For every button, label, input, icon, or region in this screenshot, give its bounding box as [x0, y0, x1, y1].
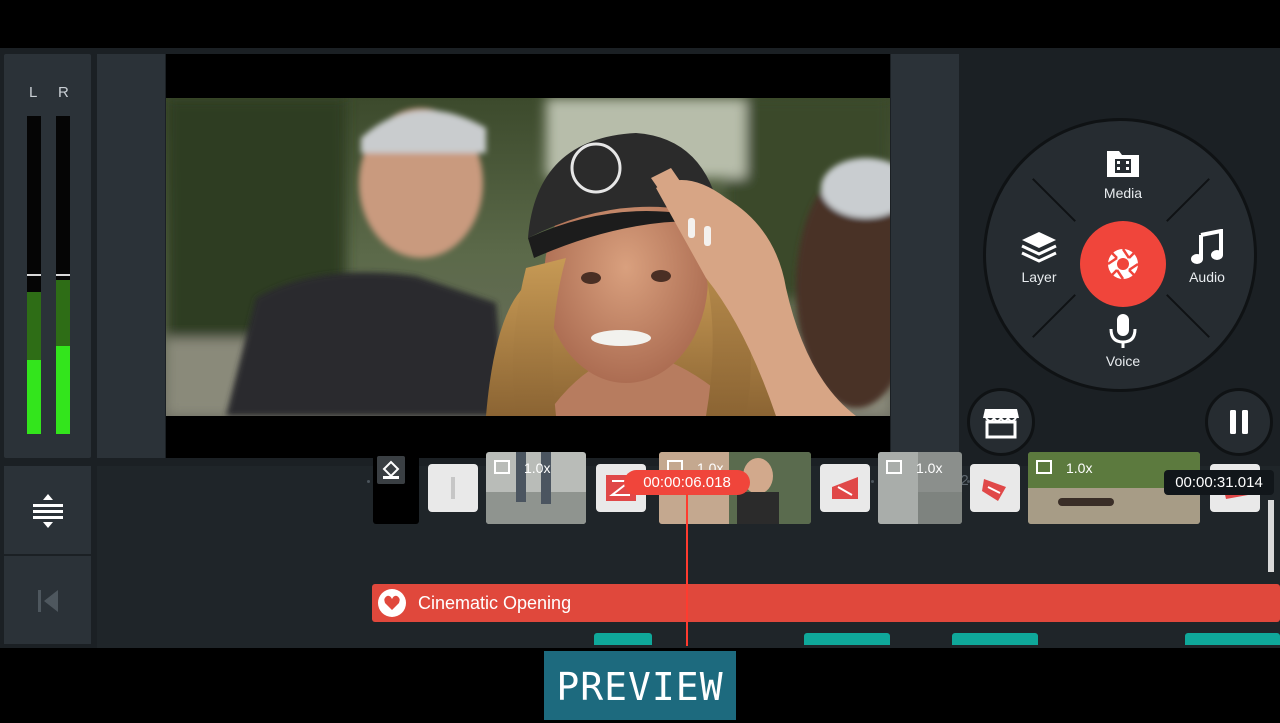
layer-button[interactable]: Layer — [999, 229, 1079, 285]
media-label: Media — [1103, 185, 1143, 201]
media-button[interactable]: Media — [1083, 145, 1163, 201]
layers-icon — [1021, 232, 1057, 263]
paint-bucket-icon — [382, 460, 400, 479]
audio-level-meter: L R — [4, 54, 91, 458]
split-icon — [33, 494, 63, 528]
audio-button[interactable]: Audio — [1167, 229, 1247, 285]
clip-speed-label: 1.0x — [524, 460, 551, 476]
clip-speed-label: 1.0x — [916, 460, 943, 476]
background-clip[interactable] — [373, 452, 419, 524]
clip-settings-icon — [494, 460, 510, 474]
asset-store-button[interactable] — [967, 388, 1035, 456]
effect-icon — [378, 589, 406, 617]
split-tool-button[interactable] — [4, 466, 91, 554]
preview-margin-left — [97, 54, 165, 458]
video-preview[interactable] — [166, 54, 890, 458]
transition-button[interactable] — [970, 464, 1020, 512]
video-clip[interactable]: 1.0x — [486, 452, 586, 524]
video-frame — [166, 98, 890, 416]
audio-clip-marker[interactable] — [594, 633, 652, 645]
audio-clip-marker[interactable] — [952, 633, 1038, 645]
clip-speed-label: 1.0x — [1066, 460, 1093, 476]
clip-settings-icon — [1036, 460, 1052, 474]
preview-margin-right — [891, 54, 959, 458]
clip-end-marker — [1268, 500, 1274, 572]
ruler-tick — [367, 480, 370, 483]
video-clip[interactable]: 1.0x — [878, 452, 962, 524]
action-wheel: Media Layer Audio Voice — [983, 118, 1257, 392]
microphone-icon — [1109, 314, 1137, 348]
pause-icon — [1230, 410, 1248, 434]
voice-button[interactable]: Voice — [1083, 313, 1163, 369]
left-channel-bar — [27, 116, 41, 434]
transition-icon — [832, 477, 858, 499]
right-channel-bar — [56, 116, 70, 434]
skip-to-start-icon — [38, 590, 58, 612]
effect-layer-bar[interactable]: Cinematic Opening — [372, 584, 1280, 622]
audio-clip-marker[interactable] — [804, 633, 890, 645]
camera-shutter-icon — [1107, 248, 1139, 280]
audio-label: Audio — [1189, 269, 1225, 285]
transition-button[interactable] — [820, 464, 870, 512]
ruler-tick — [871, 480, 874, 483]
right-channel-label: R — [58, 84, 69, 101]
playhead[interactable] — [686, 494, 688, 646]
left-channel-label: L — [29, 84, 38, 101]
transition-icon — [982, 479, 1006, 501]
total-time-badge: 00:00:31.014 — [1164, 470, 1274, 495]
clip-settings-icon — [886, 460, 902, 474]
jump-to-start-button[interactable] — [4, 556, 91, 644]
layer-label: Layer — [1021, 269, 1057, 285]
music-note-icon — [1191, 229, 1223, 264]
preview-caption: PREVIEW — [544, 651, 736, 720]
voice-label: Voice — [1105, 353, 1141, 369]
current-time-badge: 00:00:06.018 — [624, 470, 750, 495]
store-icon — [983, 409, 1019, 439]
media-icon — [1107, 151, 1139, 177]
capture-button[interactable] — [1080, 221, 1166, 307]
transition-handle[interactable] — [428, 464, 478, 512]
pause-button[interactable] — [1205, 388, 1273, 456]
effect-layer-title: Cinematic Opening — [418, 593, 572, 613]
audio-clip-marker[interactable] — [1185, 633, 1280, 645]
